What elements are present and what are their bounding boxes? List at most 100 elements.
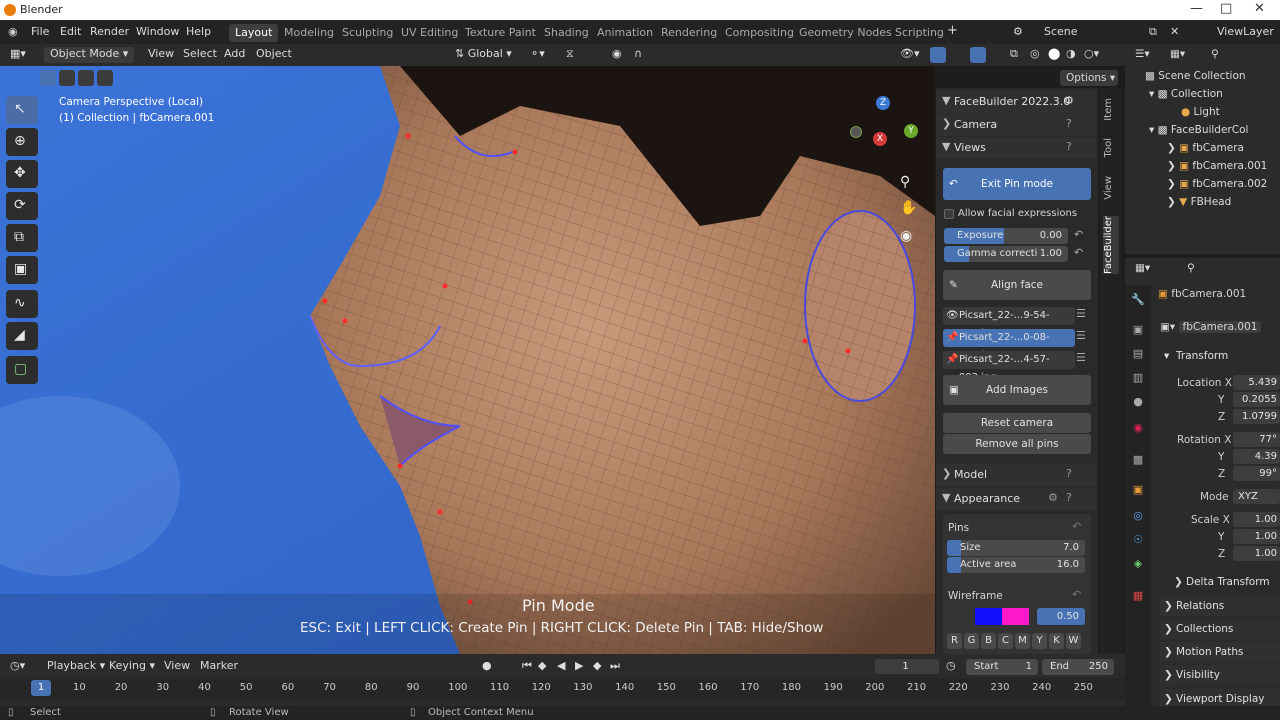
wire-color-1[interactable] — [975, 608, 1002, 625]
tab-geometry-nodes[interactable]: Geometry Nodes — [793, 24, 898, 42]
scale-tool[interactable]: ⧉ — [6, 224, 38, 252]
visibility-section[interactable]: ❯ Visibility — [1160, 665, 1280, 685]
rotation-mode-dropdown[interactable]: XYZ Eule — [1233, 489, 1280, 504]
image-row-1[interactable]: 👁Picsart_22-...9-54-205.jpg — [943, 307, 1075, 339]
falloff-icon[interactable]: ∩ — [634, 47, 642, 63]
keying-menu[interactable]: Keying ▾ — [109, 659, 155, 675]
active-area-slider[interactable]: Active area 16.0 — [947, 557, 1085, 573]
proportional-edit-icon[interactable]: ◉ — [612, 47, 622, 63]
zoom-icon[interactable]: ⚲ — [900, 174, 910, 190]
rotate-tool[interactable]: ⟳ — [6, 192, 38, 220]
channel-g[interactable]: G — [964, 633, 979, 649]
tab-compositing[interactable]: Compositing — [719, 24, 800, 42]
location-y-field[interactable]: 0.2055 — [1233, 392, 1280, 407]
scene-icon[interactable]: ⚙ — [1013, 25, 1023, 38]
location-x-field[interactable]: 5.439 — [1233, 375, 1280, 390]
add-images-button[interactable]: ▣ Add Images — [943, 375, 1091, 405]
cursor-tool[interactable]: ⊕ — [6, 128, 38, 156]
rotation-x-field[interactable]: 77° — [1233, 432, 1280, 447]
exposure-slider[interactable]: Exposure 0.00 — [944, 228, 1068, 244]
snap-icon[interactable]: ⧖ — [566, 47, 574, 63]
tool-props-icon[interactable]: 🔧 — [1130, 293, 1146, 307]
wire-opacity-field[interactable]: 0.50 — [1037, 608, 1085, 625]
channel-k[interactable]: K — [1049, 633, 1064, 649]
channel-r[interactable]: R — [947, 633, 962, 649]
outliner-fbcamera[interactable]: ❯ ▣ fbCamera — [1167, 142, 1244, 154]
remove-all-pins-button[interactable]: Remove all pins — [943, 434, 1091, 454]
transform-section-header[interactable]: ▾ Transform — [1160, 346, 1280, 366]
model-panel-header[interactable]: ❯ Model ? — [936, 464, 1096, 486]
gizmo-neg-y-axis[interactable] — [850, 126, 862, 138]
physics-props-icon[interactable]: ◎ — [1130, 509, 1146, 523]
channel-b[interactable]: B — [981, 633, 996, 649]
channel-y[interactable]: Y — [1032, 633, 1047, 649]
gizmo-z-axis[interactable]: Z — [876, 96, 890, 110]
jump-end-icon[interactable]: ⏭ — [610, 659, 620, 675]
play-icon[interactable]: ▶ — [575, 659, 583, 675]
help-icon[interactable]: ? — [1066, 467, 1072, 480]
outliner-facebuildercol[interactable]: ▾ ▩ FaceBuilderCol — [1149, 124, 1248, 136]
tab-modeling[interactable]: Modeling — [278, 24, 340, 42]
timeline-view-menu[interactable]: View — [164, 659, 190, 675]
playhead[interactable]: 1 — [31, 680, 51, 696]
pin-size-slider[interactable]: Size 7.0 — [947, 540, 1085, 556]
start-frame-field[interactable]: Start 1 — [966, 659, 1038, 675]
rotation-z-field[interactable]: 99° — [1233, 466, 1280, 481]
tab-texture-paint[interactable]: Texture Paint — [459, 24, 542, 42]
timeline-editor-icon[interactable]: ◷▾ — [10, 659, 25, 675]
select-box-tool[interactable]: ↖ — [6, 96, 38, 124]
tab-layout[interactable]: Layout — [229, 24, 279, 42]
help-icon[interactable]: ? — [1066, 491, 1072, 504]
align-face-button[interactable]: ✎ Align face — [943, 270, 1091, 300]
collections-section[interactable]: ❯ Collections — [1160, 619, 1280, 639]
next-keyframe-icon[interactable]: ◆ — [593, 659, 601, 675]
delta-transform-section[interactable]: ❯ Delta Transform — [1170, 572, 1280, 592]
overlay-toggle-icon[interactable] — [970, 47, 986, 63]
tab-animation[interactable]: Animation — [591, 24, 659, 42]
scale-z-field[interactable]: 1.00 — [1233, 546, 1280, 561]
annotate-tool[interactable]: ∿ — [6, 290, 38, 318]
tab-facebuilder[interactable]: FaceBuilder — [1103, 216, 1119, 274]
wire-color-2[interactable] — [1002, 608, 1029, 625]
options-dropdown[interactable]: Options ▾ — [1060, 70, 1118, 86]
gamma-slider[interactable]: Gamma correcti 1.00 — [944, 246, 1068, 262]
current-frame-field[interactable]: 1 — [875, 659, 939, 674]
scale-x-field[interactable]: 1.00 — [1233, 512, 1280, 527]
image-menu-icon-3[interactable]: ☰ — [1076, 351, 1086, 364]
help-icon[interactable]: ? — [1066, 140, 1072, 153]
wireframe-shading-icon[interactable]: ◎ — [1030, 47, 1040, 63]
gizmo-toggle-icon[interactable] — [930, 47, 946, 63]
gizmo-y-axis[interactable]: Y — [904, 124, 918, 138]
rotation-y-field[interactable]: 4.39 — [1233, 449, 1280, 464]
views-panel-header[interactable]: ▼ Views ? — [936, 137, 1096, 159]
marker-menu[interactable]: Marker — [200, 659, 238, 675]
world-props-icon[interactable]: ◉ — [1130, 421, 1146, 435]
tab-view[interactable]: View — [1103, 176, 1119, 200]
properties-editor-type-icon[interactable]: ▦▾ — [1135, 262, 1150, 274]
editor-type-icon[interactable]: ▦▾ — [10, 47, 26, 63]
add-cube-tool[interactable]: ▢ — [6, 356, 38, 384]
solid-shading-icon[interactable]: ⬤ — [1048, 47, 1060, 63]
select-extend-icon[interactable] — [59, 70, 75, 86]
object-name-field[interactable]: ▣▾ fbCamera.001 — [1160, 320, 1280, 335]
orientation-dropdown[interactable]: ⇅ Global ▾ — [455, 47, 512, 63]
outliner-fbhead[interactable]: ❯ ▼ FBHead — [1167, 196, 1231, 208]
scene-props-icon[interactable]: ● — [1130, 395, 1146, 409]
appearance-panel-header[interactable]: ▼ Appearance ⚙ ? — [936, 488, 1096, 510]
menu-add[interactable]: Add — [224, 47, 245, 63]
select-new-icon[interactable] — [40, 70, 56, 86]
collection-props-icon[interactable]: ▩ — [1130, 453, 1146, 467]
menu-window[interactable]: Window — [136, 25, 179, 38]
render-props-icon[interactable]: ▣ — [1130, 323, 1146, 337]
reset-wireframe-icon[interactable]: ↶ — [1072, 588, 1081, 601]
move-tool[interactable]: ✥ — [6, 160, 38, 188]
3d-viewport[interactable]: Camera Perspective (Local) (1) Collectio… — [0, 66, 935, 654]
constraints-props-icon[interactable]: ☉ — [1130, 533, 1146, 547]
minimize-icon[interactable]: — — [1190, 1, 1203, 16]
tab-tool[interactable]: Tool — [1103, 138, 1119, 157]
menu-view[interactable]: View — [148, 47, 174, 63]
measure-tool[interactable]: ◢ — [6, 322, 38, 350]
transform-tool[interactable]: ▣ — [6, 256, 38, 284]
menu-select[interactable]: Select — [183, 47, 217, 63]
gizmo-x-axis[interactable]: X — [873, 132, 887, 146]
